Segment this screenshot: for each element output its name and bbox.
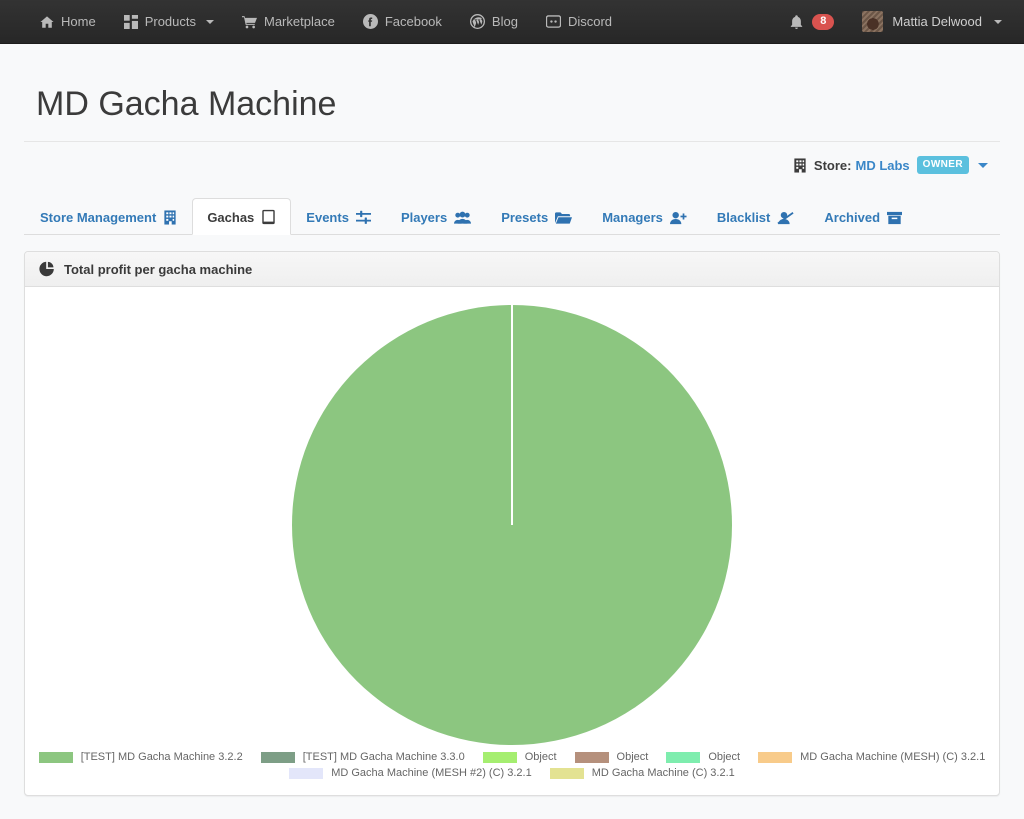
panel-body: [TEST] MD Gacha Machine 3.2.2 [TEST] MD G… [25,287,999,795]
legend-item[interactable]: [TEST] MD Gacha Machine 3.2.2 [38,751,243,764]
pie-slice-divider [511,305,513,526]
legend-label: MD Gacha Machine (MESH #2) (C) 3.2.1 [331,767,532,780]
store-label: Store: [813,157,852,173]
chart-legend: [TEST] MD Gacha Machine 3.2.2 [TEST] MD G… [25,745,999,795]
legend-item[interactable]: [TEST] MD Gacha Machine 3.3.0 [260,751,465,764]
grid-icon [123,14,138,29]
user-slash-icon [777,211,794,225]
chevron-down-icon[interactable] [978,162,988,168]
nav-item-products[interactable]: Products [110,0,228,44]
store-name[interactable]: MD Labs [855,158,909,173]
page-container: MD Gacha Machine Store: MD Labs OWNER St… [0,44,1024,797]
navbar-left-links: Home Products Marketplace Facebook Blog … [0,0,626,44]
tab-archived[interactable]: Archived [809,199,917,235]
legend-swatch [289,767,324,779]
nav-item-facebook[interactable]: Facebook [349,0,456,44]
nav-item-label: Products [144,14,196,29]
user-name: Mattia Delwood [892,14,982,29]
store-selector[interactable]: Store: MD Labs OWNER [24,142,1000,175]
tab-label: Store Management [40,210,157,226]
building-icon [793,158,807,173]
legend-swatch [38,751,73,763]
archive-icon [887,211,903,225]
tab-label: Events [306,210,349,226]
tab-label: Managers [602,210,663,226]
nav-item-label: Marketplace [264,14,335,29]
legend-swatch [758,751,793,763]
nav-item-discord[interactable]: Discord [532,0,626,44]
legend-item[interactable]: MD Gacha Machine (MESH #2) (C) 3.2.1 [289,767,532,779]
home-icon [40,15,54,29]
nav-item-label: Discord [567,14,613,29]
tab-label: Gachas [207,209,255,225]
facebook-icon [362,14,378,29]
tab-players[interactable]: Players [386,199,486,235]
nav-item-blog[interactable]: Blog [456,0,532,44]
legend-label: Object [708,751,741,764]
tab-blacklist[interactable]: Blacklist [702,199,809,235]
tab-managers[interactable]: Managers [587,199,702,235]
legend-row: MD Gacha Machine (MESH #2) (C) 3.2.1 MD G… [280,767,744,779]
nav-item-label: Home [61,14,96,29]
panel-heading: Total profit per gacha machine [25,252,999,288]
legend-swatch [666,751,701,763]
legend-label: MD Gacha Machine (C) 3.2.1 [591,767,735,780]
avatar [862,11,884,32]
store-role-badge: OWNER [916,156,969,175]
panel-title: Total profit per gacha machine [64,261,253,277]
tab-presets[interactable]: Presets [486,199,587,235]
legend-item[interactable]: Object [666,751,740,763]
nav-item-home[interactable]: Home [26,0,110,44]
chevron-down-icon [206,19,214,24]
legend-item[interactable]: MD Gacha Machine (MESH) (C) 3.2.1 [758,751,985,763]
nav-item-label: Blog [491,14,518,29]
legend-item[interactable]: Object [574,751,649,764]
tab-label: Presets [501,210,549,226]
building-icon [163,210,177,225]
page-header: MD Gacha Machine [24,44,1000,143]
pie-chart-graphic[interactable] [292,305,732,746]
tablet-icon [261,209,276,225]
cart-icon [242,15,257,29]
notification-count-badge: 8 [812,13,835,30]
pie-chart-icon [39,261,55,277]
sliders-icon [355,210,371,225]
user-menu[interactable]: Mattia Delwood [848,11,1008,32]
legend-label: [TEST] MD Gacha Machine 3.3.0 [302,751,465,764]
user-plus-icon [669,211,687,225]
users-icon [454,211,472,225]
legend-swatch [549,767,584,779]
tab-store-management[interactable]: Store Management [25,199,192,235]
navbar-right-area: 8 Mattia Delwood [776,11,1024,32]
tab-label: Players [400,210,448,226]
bell-icon [790,14,803,29]
tab-label: Blacklist [716,210,771,226]
legend-swatch [482,751,517,763]
page-title: MD Gacha Machine [36,85,337,123]
legend-label: MD Gacha Machine (MESH) (C) 3.2.1 [800,751,986,764]
legend-row: [TEST] MD Gacha Machine 3.2.2 [TEST] MD G… [30,751,995,763]
legend-swatch [260,751,295,763]
legend-item[interactable]: MD Gacha Machine (C) 3.2.1 [549,767,735,780]
chart-panel: Total profit per gacha machine [TEST] MD… [24,251,1000,797]
nav-item-marketplace[interactable]: Marketplace [228,0,349,44]
wordpress-icon [469,14,485,29]
legend-swatch [574,751,609,763]
pie-chart [25,287,999,746]
tab-gachas[interactable]: Gachas [192,198,292,236]
folder-open-icon [555,211,573,225]
legend-item[interactable]: Object [482,751,557,764]
legend-label: Object [524,751,557,764]
tab-events[interactable]: Events [291,199,386,235]
tab-bar: Store Management Gachas Events Players P [24,198,1000,236]
discord-icon [545,14,561,29]
top-navbar: Home Products Marketplace Facebook Blog … [0,0,1024,44]
notifications-button[interactable]: 8 [776,13,848,30]
nav-item-label: Facebook [384,14,442,29]
chevron-down-icon [994,19,1002,24]
legend-label: [TEST] MD Gacha Machine 3.2.2 [80,751,243,764]
legend-label: Object [616,751,649,764]
tab-label: Archived [824,210,881,226]
